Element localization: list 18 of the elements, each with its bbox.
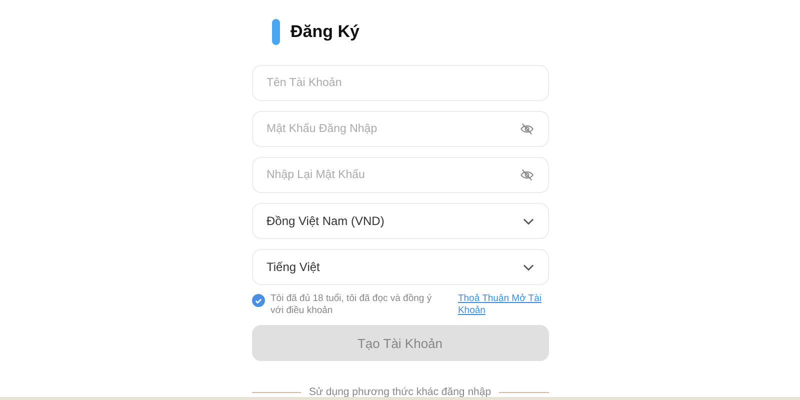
chevron-down-icon[interactable]	[522, 264, 534, 270]
agreement-text: Tôi đã đủ 18 tuổi, tôi đã đọc và đồng ý với điều khoản	[270, 293, 433, 317]
eye-off-icon[interactable]	[520, 169, 534, 181]
password-input[interactable]: Nhập Lại Mật Khẩu	[266, 169, 520, 181]
eye-off-icon[interactable]	[520, 123, 534, 135]
chevron-down-icon[interactable]	[522, 218, 534, 224]
title-accent-bar	[272, 19, 280, 45]
select-field[interactable]: Đồng Việt Nam (VND)	[252, 203, 548, 239]
username-field[interactable]: Tên Tài Khoản	[252, 65, 548, 101]
checkmark-icon	[254, 298, 262, 304]
username-input[interactable]: Tên Tài Khoản	[266, 77, 534, 89]
page-title: Đăng Ký	[290, 22, 360, 42]
password-input[interactable]: Mật Khẩu Đăng Nhập	[266, 123, 520, 135]
password-field[interactable]: Mật Khẩu Đăng Nhập	[252, 111, 548, 147]
password-field[interactable]: Nhập Lại Mật Khẩu	[252, 157, 548, 193]
agree-checkbox[interactable]	[252, 294, 264, 307]
select-field[interactable]: Tiếng Việt	[252, 249, 548, 285]
alternative-login-text: Sử dụng phương thức khác đăng nhập	[308, 386, 492, 398]
